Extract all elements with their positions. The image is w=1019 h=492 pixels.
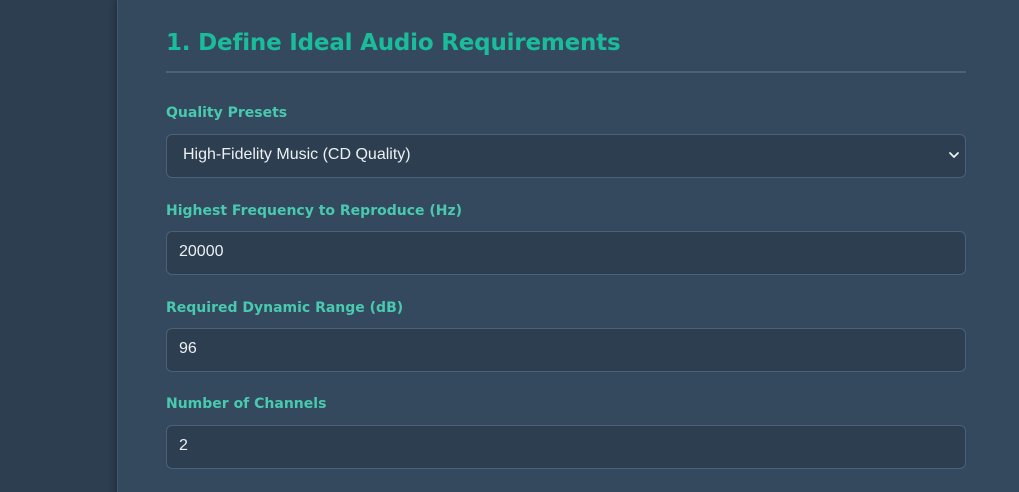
section-title: 1. Define Ideal Audio Requirements [166,30,621,56]
section-divider [166,71,966,73]
highest-frequency-label: Highest Frequency to Reproduce (Hz) [166,203,463,219]
channels-value: 2 [179,437,188,454]
highest-frequency-input[interactable]: 20000 [166,231,966,275]
dynamic-range-label: Required Dynamic Range (dB) [166,300,404,316]
quality-presets-select[interactable]: High-Fidelity Music (CD Quality) [166,134,966,178]
requirements-card: 1. Define Ideal Audio Requirements Quali… [117,0,1019,492]
dynamic-range-value: 96 [179,340,197,357]
chevron-down-icon [949,152,959,158]
dynamic-range-input[interactable]: 96 [166,328,966,372]
channels-label: Number of Channels [166,396,327,412]
quality-presets-selected-value: High-Fidelity Music (CD Quality) [183,146,411,163]
page: 1. Define Ideal Audio Requirements Quali… [0,0,1019,492]
quality-presets-label: Quality Presets [166,105,288,121]
channels-input[interactable]: 2 [166,425,966,469]
highest-frequency-value: 20000 [179,243,224,260]
